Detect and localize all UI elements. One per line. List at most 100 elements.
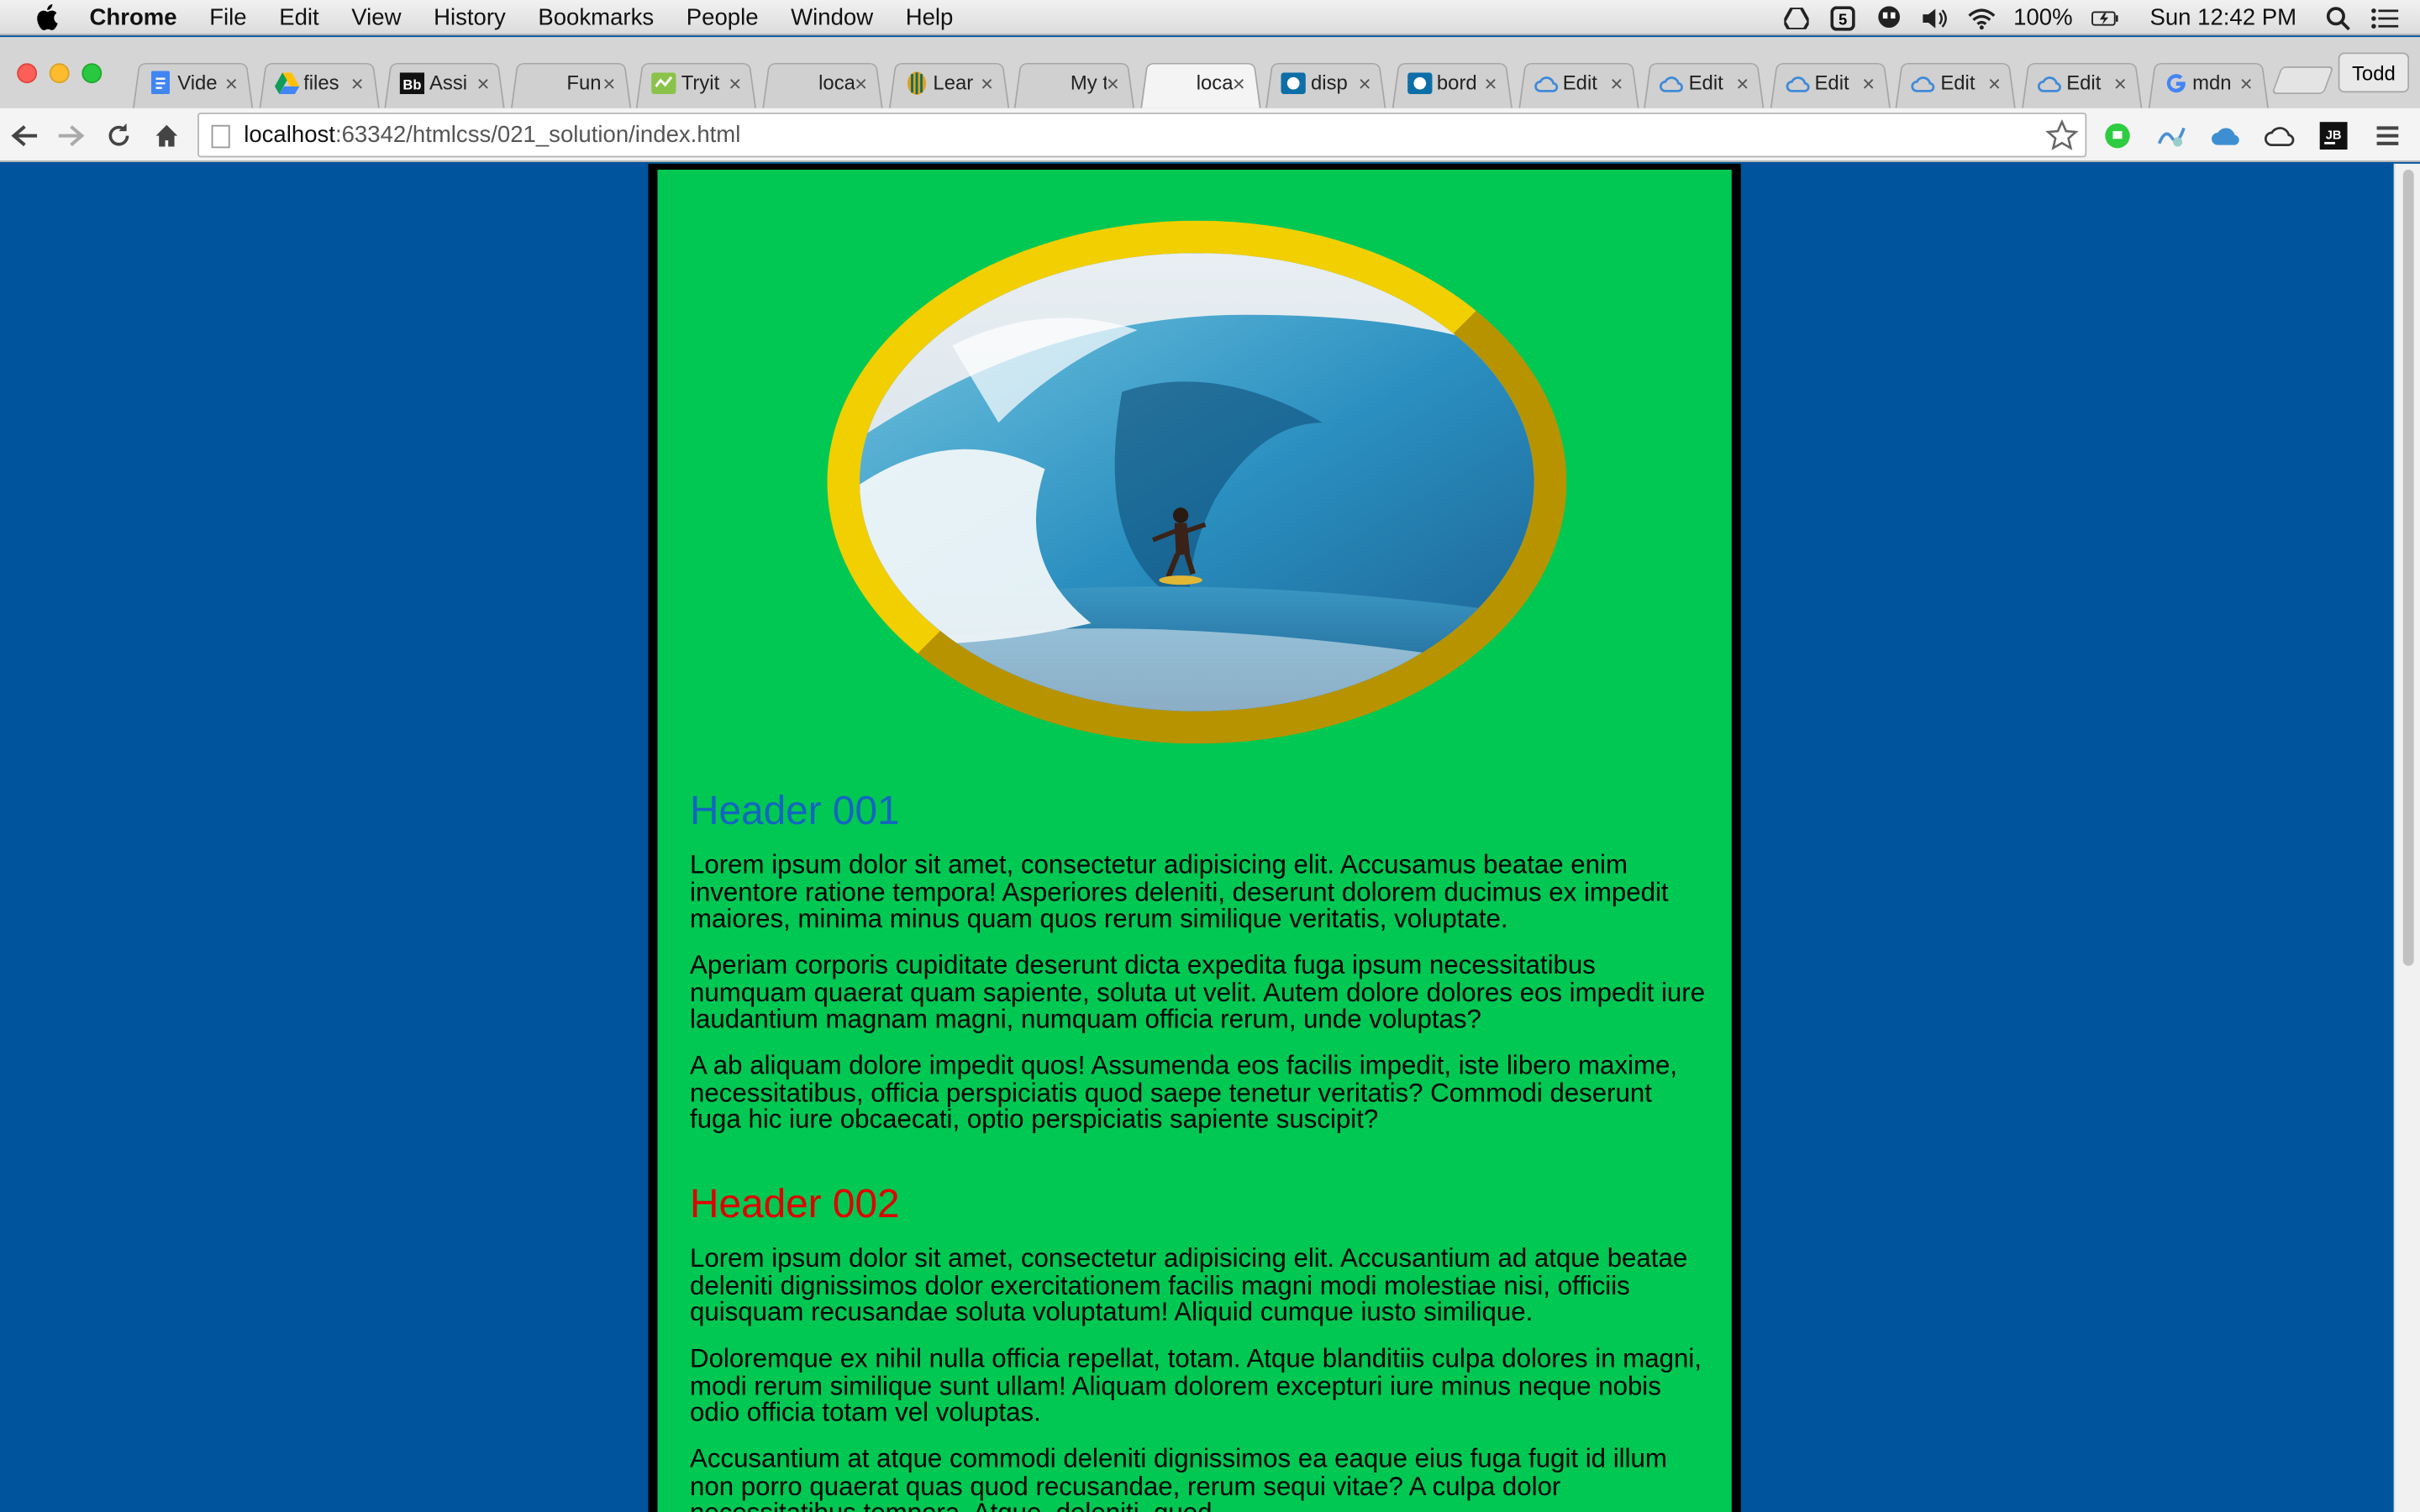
tab-title: Edit: [1940, 71, 1975, 95]
close-tab-icon[interactable]: ×: [225, 71, 238, 95]
mdn-icon: [1281, 71, 1307, 95]
tab-active[interactable]: loca ×: [1139, 57, 1261, 108]
tab[interactable]: mdn ×: [2147, 57, 2269, 108]
notification-center-icon[interactable]: [2370, 5, 2399, 29]
paragraph: Aperiam corporis cupiditate deserunt dic…: [690, 950, 1706, 1034]
cloud-outline-extension-icon[interactable]: [2264, 120, 2295, 151]
macos-menu-bar: Chrome File Edit View History Bookmarks …: [0, 0, 2420, 36]
tab[interactable]: My t ×: [1014, 57, 1135, 108]
blank-favicon: [778, 71, 799, 95]
close-tab-icon[interactable]: ×: [2240, 71, 2253, 95]
jetbrains-extension-icon[interactable]: JB: [2318, 120, 2349, 151]
tab-title: mdn: [2192, 71, 2232, 95]
tab[interactable]: Edit ×: [1896, 57, 2017, 108]
tab[interactable]: loca ×: [762, 57, 883, 108]
tab-title: Edit: [2066, 71, 2102, 95]
blank-favicon: [1155, 71, 1176, 95]
back-icon[interactable]: [9, 120, 40, 151]
hangouts-status-icon[interactable]: [1875, 5, 1902, 29]
clock[interactable]: Sun 12:42 PM: [2149, 5, 2296, 31]
surfer-image-oval: [827, 220, 1567, 744]
close-tab-icon[interactable]: ×: [729, 71, 741, 95]
tab[interactable]: Edit ×: [1770, 57, 1891, 108]
tab-title: files: [303, 71, 339, 95]
vertical-scrollbar[interactable]: [2393, 163, 2420, 1512]
tab-title: My t: [1070, 71, 1107, 95]
profile-button[interactable]: Todd: [2338, 52, 2410, 93]
menu-bookmarks[interactable]: Bookmarks: [538, 4, 654, 30]
five-icon[interactable]: 5: [1828, 5, 1856, 30]
tab-title: bord: [1436, 71, 1477, 95]
menu-history[interactable]: History: [434, 4, 506, 30]
reload-icon[interactable]: [103, 120, 134, 151]
close-tab-icon[interactable]: ×: [1610, 71, 1623, 95]
close-tab-icon[interactable]: ×: [1359, 71, 1371, 95]
content-container: Header 001 Lorem ipsum dolor sit amet, c…: [648, 163, 1741, 1512]
cloud-icon: [1660, 71, 1684, 95]
cloud-extension-icon[interactable]: [2210, 120, 2241, 151]
home-icon[interactable]: [151, 120, 182, 151]
drive-icon: [274, 71, 299, 95]
tab[interactable]: Vide ×: [132, 57, 254, 108]
tab-title: Edit: [1562, 71, 1597, 95]
status-area: 5 100% Sun 12:42 PM: [1782, 0, 2399, 35]
close-tab-icon[interactable]: ×: [602, 71, 615, 95]
tab[interactable]: Edit ×: [1644, 57, 1765, 108]
tab[interactable]: Edit ×: [2021, 57, 2143, 108]
apple-icon[interactable]: [34, 3, 61, 31]
close-tab-icon[interactable]: ×: [981, 71, 993, 95]
bookmark-star-icon[interactable]: [2045, 118, 2079, 152]
section-header-002: Header 002: [690, 1180, 900, 1227]
close-tab-icon[interactable]: ×: [351, 71, 364, 95]
page-icon: [211, 124, 230, 149]
google-drive-status-icon[interactable]: [1782, 5, 1810, 29]
wifi-icon[interactable]: [1967, 5, 1995, 29]
close-tab-icon[interactable]: ×: [1233, 71, 1245, 95]
menu-window[interactable]: Window: [791, 4, 873, 30]
tab-title: Tryit: [681, 71, 720, 95]
tab[interactable]: disp ×: [1265, 57, 1387, 108]
lynda-icon: [904, 71, 929, 95]
blackboard-icon: Bb: [400, 71, 425, 95]
reader-extension-icon[interactable]: [2156, 120, 2187, 151]
chrome-menu-icon[interactable]: [2372, 120, 2403, 151]
paragraph: Accusantium at atque commodi deleniti di…: [690, 1444, 1667, 1512]
address-bar[interactable]: localhost:63342/htmlcss/021_solution/ind…: [197, 113, 2087, 158]
cloud-icon: [1911, 71, 1935, 95]
tab[interactable]: Fun ×: [510, 57, 631, 108]
tab[interactable]: bord ×: [1392, 57, 1512, 108]
forward-icon[interactable]: [55, 120, 87, 151]
volume-icon[interactable]: [1921, 5, 1949, 29]
scrollbar-thumb[interactable]: [2402, 170, 2414, 966]
mdn-icon: [1407, 71, 1433, 95]
tab[interactable]: Lear ×: [888, 57, 1009, 108]
evernote-extension-icon[interactable]: [2102, 120, 2133, 151]
close-tab-icon[interactable]: ×: [1862, 71, 1875, 95]
close-tab-icon[interactable]: ×: [1484, 71, 1497, 95]
close-tab-icon[interactable]: ×: [2114, 71, 2127, 95]
menu-app-name[interactable]: Chrome: [90, 4, 177, 30]
close-tab-icon[interactable]: ×: [1107, 71, 1119, 95]
url-text[interactable]: localhost:63342/htmlcss/021_solution/ind…: [244, 122, 740, 148]
menu-help[interactable]: Help: [906, 4, 954, 30]
paragraph: Doloremque ex nihil nulla officia repell…: [690, 1343, 1702, 1427]
tab[interactable]: Tryit ×: [636, 57, 757, 108]
close-tab-icon[interactable]: ×: [477, 71, 490, 95]
minimize-window-button[interactable]: [49, 63, 70, 84]
close-tab-icon[interactable]: ×: [855, 71, 867, 95]
menu-edit[interactable]: Edit: [279, 4, 318, 30]
tab-title: Assi: [429, 71, 468, 95]
tab[interactable]: files ×: [258, 57, 380, 108]
new-tab-button[interactable]: [2271, 66, 2334, 95]
tab[interactable]: Edit ×: [1518, 57, 1639, 108]
tab[interactable]: Bb Assi ×: [384, 57, 505, 108]
close-tab-icon[interactable]: ×: [1988, 71, 2001, 95]
spotlight-search-icon[interactable]: [2324, 5, 2352, 30]
close-window-button[interactable]: [17, 63, 38, 84]
zoom-window-button[interactable]: [82, 63, 103, 84]
menu-people[interactable]: People: [687, 4, 759, 30]
battery-icon[interactable]: [2091, 5, 2119, 29]
menu-file[interactable]: File: [209, 4, 246, 30]
menu-view[interactable]: View: [351, 4, 401, 30]
close-tab-icon[interactable]: ×: [1736, 71, 1749, 95]
